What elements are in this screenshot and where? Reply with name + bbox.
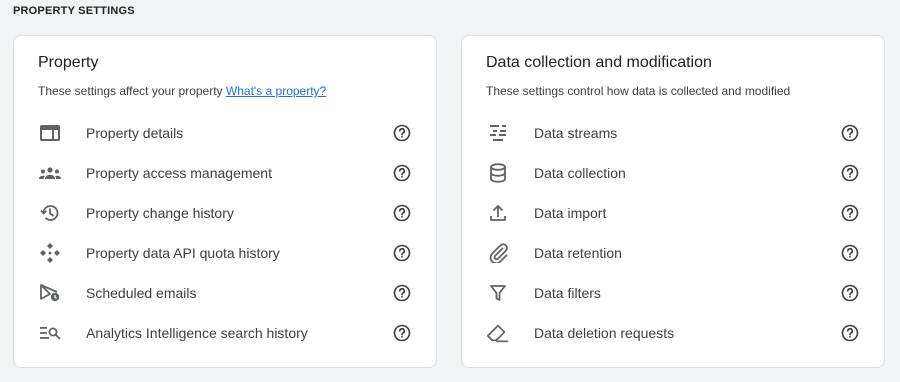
data-streams-label: Data streams: [534, 125, 618, 141]
analytics-intelligence-search-history-label: Analytics Intelligence search history: [86, 325, 308, 341]
filter-icon: [486, 282, 510, 304]
help-icon[interactable]: [840, 163, 860, 183]
scheduled-emails-label: Scheduled emails: [86, 285, 197, 301]
help-icon[interactable]: [840, 203, 860, 223]
data-collection-label: Data collection: [534, 165, 626, 181]
property-subtitle-text: These settings affect your property: [38, 84, 223, 98]
data-streams-icon: [486, 122, 510, 144]
scheduled-email-icon: [38, 282, 62, 304]
property-data-api-quota-history-label: Property data API quota history: [86, 245, 280, 261]
property-data-api-quota-history-item[interactable]: Property data API quota history: [14, 233, 436, 273]
property-details-item[interactable]: Property details: [14, 113, 436, 153]
property-card-title: Property: [38, 54, 99, 71]
history-icon: [38, 202, 62, 224]
data-filters-label: Data filters: [534, 285, 601, 301]
upload-icon: [486, 202, 510, 224]
data-import-label: Data import: [534, 205, 607, 221]
attachment-icon: [486, 242, 510, 264]
analytics-intelligence-search-history-item[interactable]: Analytics Intelligence search history: [14, 313, 436, 353]
property-access-management-label: Property access management: [86, 165, 272, 181]
property-details-icon: [38, 122, 62, 144]
data-collection-card: Data collection and modification These s…: [461, 35, 885, 368]
help-icon[interactable]: [840, 323, 860, 343]
property-settings-page: PROPERTY SETTINGS Property These setting…: [0, 0, 900, 382]
data-deletion-requests-label: Data deletion requests: [534, 325, 675, 341]
scheduled-emails-item[interactable]: Scheduled emails: [14, 273, 436, 313]
help-icon[interactable]: [392, 243, 412, 263]
help-icon[interactable]: [392, 283, 412, 303]
data-streams-item[interactable]: Data streams: [462, 113, 884, 153]
section-title: PROPERTY SETTINGS: [13, 5, 135, 17]
property-change-history-label: Property change history: [86, 205, 234, 221]
data-card-title: Data collection and modification: [486, 54, 712, 71]
property-change-history-item[interactable]: Property change history: [14, 193, 436, 233]
people-icon: [38, 162, 62, 184]
help-icon[interactable]: [392, 203, 412, 223]
help-icon[interactable]: [392, 163, 412, 183]
data-card-subtitle: These settings control how data is colle…: [486, 84, 791, 98]
data-deletion-requests-item[interactable]: Data deletion requests: [462, 313, 884, 353]
help-icon[interactable]: [840, 123, 860, 143]
data-collection-item[interactable]: Data collection: [462, 153, 884, 193]
property-access-management-item[interactable]: Property access management: [14, 153, 436, 193]
help-icon[interactable]: [392, 123, 412, 143]
data-import-item[interactable]: Data import: [462, 193, 884, 233]
data-retention-label: Data retention: [534, 245, 622, 261]
search-history-icon: [38, 322, 62, 344]
data-retention-item[interactable]: Data retention: [462, 233, 884, 273]
property-items: Property details Property access managem…: [14, 113, 436, 353]
data-filters-item[interactable]: Data filters: [462, 273, 884, 313]
help-icon[interactable]: [840, 283, 860, 303]
property-card-subtitle: These settings affect your property What…: [38, 84, 326, 98]
data-items: Data streams Data collection Data import…: [462, 113, 884, 353]
help-icon[interactable]: [392, 323, 412, 343]
database-icon: [486, 162, 510, 184]
eraser-icon: [486, 322, 510, 344]
api-quota-icon: [38, 242, 62, 264]
property-card: Property These settings affect your prop…: [13, 35, 437, 368]
property-details-label: Property details: [86, 125, 184, 141]
whats-a-property-link[interactable]: What's a property?: [226, 84, 326, 98]
help-icon[interactable]: [840, 243, 860, 263]
